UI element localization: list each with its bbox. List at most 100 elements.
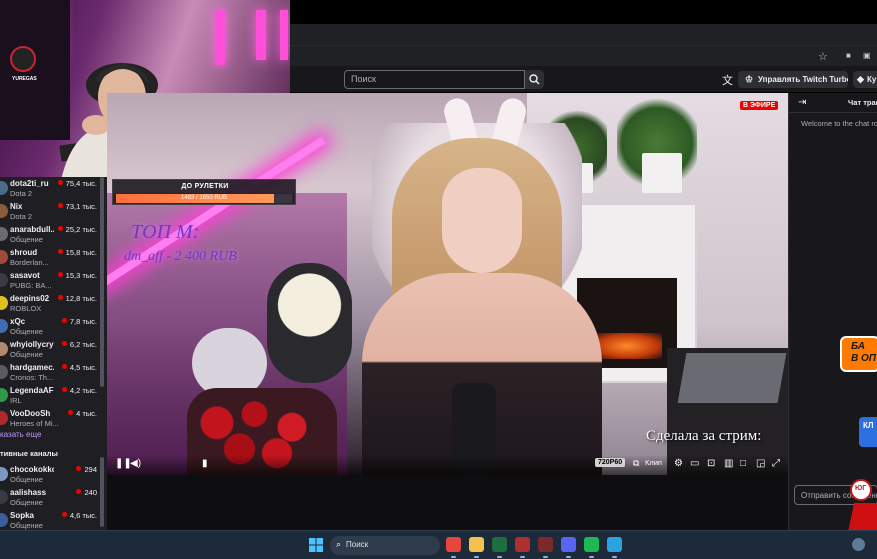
sidebar-channel-item[interactable]: aalishass Общение 240 — [0, 487, 107, 509]
sidebar-channel-item[interactable]: dota2ti_ru Dota 2 75,4 тыс. — [0, 178, 107, 200]
channel-category: Dota 2 — [10, 189, 33, 198]
sidebar-channel-item[interactable]: whyiollycry Общение 6,2 тыс. — [0, 339, 107, 361]
ad-banner[interactable]: БА В ОП — [840, 336, 877, 372]
sidebar-channel-item[interactable]: Sopka Общение 4,6 тыс. — [0, 510, 107, 530]
sponsor-logo[interactable]: КЛ — [859, 417, 877, 447]
chrome-icon[interactable] — [446, 537, 461, 558]
neon-light — [256, 10, 266, 60]
windows-start-icon[interactable] — [309, 538, 323, 552]
sidebar-scrollbar[interactable] — [100, 177, 104, 387]
clip-label[interactable]: Клип — [645, 458, 662, 467]
search-placeholder: Поиск — [351, 74, 376, 84]
channel-name: LegendaAFK — [10, 386, 54, 395]
channel-category: ROBLOX — [10, 304, 42, 313]
neon-light — [280, 10, 288, 60]
channel-name: dota2ti_ru — [10, 179, 49, 188]
sidebar-channel-item[interactable]: VooDooSh Heroes of Mi... 4 тыс. — [0, 408, 107, 430]
penguin-plush — [267, 263, 352, 383]
taskbar-search[interactable]: ⌕ Поиск — [330, 536, 440, 555]
plant-pot — [642, 153, 682, 193]
channel-avatar — [0, 250, 8, 264]
browser-toolbar: ☆ ■ ▣ — [290, 46, 877, 66]
crown-icon: ♔ — [745, 74, 754, 84]
app-icon[interactable] — [538, 537, 553, 558]
clip-icon[interactable]: ⧉ — [633, 458, 639, 469]
extension-icon[interactable]: ▣ — [863, 51, 871, 60]
below-player-area — [107, 475, 788, 530]
donation-progress-track: 1483 / 1650 RUB — [116, 194, 292, 203]
channel-category: IRL — [10, 396, 22, 405]
quality-badge[interactable]: 720P60 — [595, 458, 626, 467]
donation-goal-title: ДО РУЛЕТКИ — [181, 183, 229, 190]
channel-category: Общение — [10, 521, 43, 530]
mini-player-icon[interactable]: □ — [740, 458, 746, 469]
top-donor-label: ТОП М: — [131, 221, 200, 243]
sidebar-scrollbar[interactable] — [100, 457, 104, 527]
translate-icon[interactable]: 文 — [722, 72, 733, 88]
sidebar-channel-item[interactable]: deepins02 ROBLOX 12,8 тыс. — [0, 293, 107, 315]
channel-viewer-count: 4 тыс. — [68, 409, 97, 418]
clip-icon[interactable]: ▮ — [202, 458, 208, 469]
chat-title: Чат трансляции — [848, 98, 877, 107]
channel-avatar — [0, 342, 8, 356]
spotify-icon[interactable] — [584, 537, 599, 558]
channel-category: Heroes of Mi... — [10, 419, 58, 428]
sidebar-channel-item[interactable]: sasavot PUBG: BA... 15,3 тыс. — [0, 270, 107, 292]
channel-category: Cronos: Th... — [10, 373, 54, 382]
sidebar-channel-item[interactable]: chocokokko_Общение 294 — [0, 464, 107, 486]
twitch-top-nav: Поиск 文 ♔ Управлять Twitch Turbo ◆ Ку — [290, 66, 877, 93]
neon-light — [215, 10, 225, 65]
file-explorer-icon[interactable] — [469, 537, 484, 558]
search-icon: ⌕ — [336, 539, 342, 549]
sidebar-channel-item[interactable]: anarabdull... Общение 25,2 тыс. — [0, 224, 107, 246]
manage-turbo-button[interactable]: ♔ Управлять Twitch Turbo — [738, 71, 848, 88]
channel-viewer-count: 4,2 тыс. — [62, 386, 97, 395]
sidebar-channel-item[interactable]: xQc Общение 7,8 тыс. — [0, 316, 107, 338]
donation-goal-widget: ДО РУЛЕТКИ 1483 / 1650 RUB — [112, 179, 296, 205]
telegram-icon[interactable] — [607, 537, 622, 558]
picture-in-picture-icon[interactable]: ◲ — [756, 458, 765, 469]
channel-name: chocokokko_ — [10, 465, 54, 474]
get-bits-button[interactable]: ◆ Ку — [853, 71, 877, 88]
profile-icon[interactable] — [852, 538, 865, 551]
show-more-link[interactable]: казать еще — [0, 430, 41, 439]
volume-icon[interactable]: ◀) — [130, 458, 141, 469]
chat-welcome-message: Welcome to the chat room! — [801, 119, 877, 128]
star-icon[interactable]: ☆ — [818, 50, 828, 63]
search-input[interactable]: Поиск — [344, 70, 525, 89]
excel-icon[interactable] — [492, 537, 507, 558]
channel-viewer-count: 25,2 тыс. — [58, 225, 97, 234]
extension-icon[interactable]: ■ — [846, 51, 851, 60]
channel-category: Общение — [10, 327, 43, 336]
cast-icon[interactable]: ⊡ — [707, 458, 715, 469]
theatre-mode-icon[interactable]: ▭ — [690, 458, 699, 469]
pip-icon[interactable]: ▥ — [724, 458, 733, 469]
app-icon[interactable] — [515, 537, 530, 558]
sidebar-channel-item[interactable]: shroud Borderlan... 15,8 тыс. — [0, 247, 107, 269]
sidebar-channel-item[interactable]: hardgamec...Cronos: Th... 4,5 тыс. — [0, 362, 107, 384]
discord-icon[interactable] — [561, 537, 576, 558]
channel-category: Общение — [10, 350, 43, 359]
fullscreen-icon[interactable]: ⤢ — [772, 458, 780, 469]
channel-name: sasavot — [10, 271, 40, 280]
channel-category: Общение — [10, 235, 43, 244]
sidebar-channel-item[interactable]: Nix Dota 2 73,1 тыс. — [0, 201, 107, 223]
sidebar-channel-item[interactable]: LegendaAFKIRL 4,2 тыс. — [0, 385, 107, 407]
channel-name: aalishass — [10, 488, 47, 497]
search-button[interactable] — [525, 70, 544, 89]
fire — [592, 333, 662, 359]
channel-avatar — [0, 490, 8, 504]
settings-icon[interactable]: ⚙ — [674, 458, 683, 469]
collapse-chat-icon[interactable]: ⇥ — [798, 97, 806, 108]
channel-avatar — [0, 388, 8, 402]
active-channels-header: тивные каналы — [0, 449, 58, 458]
channel-name: xQc — [10, 317, 26, 326]
channel-viewer-count: 75,4 тыс. — [58, 179, 97, 188]
search-icon — [529, 74, 540, 85]
channel-viewer-count: 73,1 тыс. — [58, 202, 97, 211]
channel-viewer-count: 4,6 тыс. — [62, 511, 97, 520]
video-player[interactable]: ДО РУЛЕТКИ 1483 / 1650 RUB ТОП М: dm_aff… — [107, 93, 788, 475]
channel-name: whyiollycry — [10, 340, 54, 349]
laptop — [677, 353, 787, 403]
chat-header: ⇥ Чат трансляции — [789, 93, 877, 113]
